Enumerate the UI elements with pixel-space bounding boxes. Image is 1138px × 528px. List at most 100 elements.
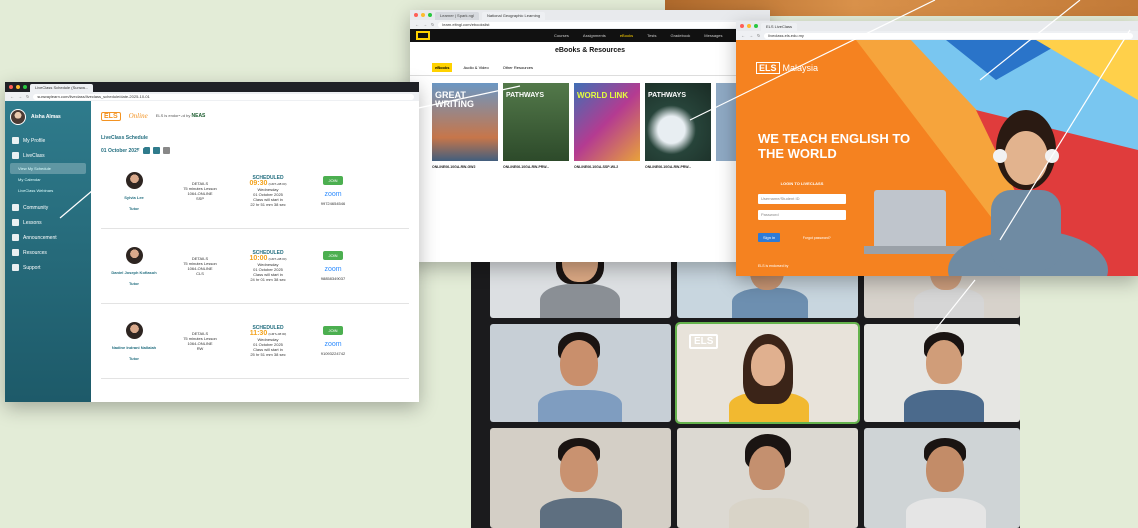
online-logo: Online bbox=[128, 112, 148, 120]
back-icon[interactable]: ← bbox=[741, 33, 745, 38]
announcement-icon bbox=[12, 234, 19, 241]
class-code: SSP bbox=[195, 196, 204, 201]
schedule-main: ELS Online ELS is endorsed by NEAS LiveC… bbox=[91, 101, 419, 402]
browser-tab-bar: LiveClass Schedule (Sunwa... bbox=[5, 82, 419, 92]
browser-tab-active[interactable]: National Geographic Learning bbox=[481, 12, 546, 20]
url-field[interactable]: sunwaylearn.com/liveclass/liveclass_sche… bbox=[33, 93, 414, 100]
reload-icon[interactable]: ↻ bbox=[757, 33, 760, 38]
nav-tests[interactable]: Tests bbox=[647, 33, 656, 38]
ebook-card[interactable]: PATHWAYS ONLINE06-10GA-RW-PRW... bbox=[503, 83, 569, 169]
support-icon bbox=[12, 264, 19, 271]
sign-in-button[interactable]: Sign in bbox=[758, 233, 781, 242]
timezone: (GMT+08:00) bbox=[268, 331, 287, 336]
password-field[interactable]: Password bbox=[758, 210, 846, 220]
prev-day-button[interactable] bbox=[142, 147, 150, 154]
participant-tile bbox=[864, 324, 1020, 422]
els-logo: ELS bbox=[101, 111, 121, 121]
reload-icon[interactable]: ↻ bbox=[26, 94, 29, 99]
sidebar-subitem-view-schedule[interactable]: View My Schedule bbox=[10, 163, 86, 174]
schedule-heading: LiveClass Schedule bbox=[101, 135, 148, 141]
sidebar-item-announcement[interactable]: Announcement bbox=[10, 230, 86, 245]
countdown: 24 hr 01 mm 38 sec bbox=[250, 276, 286, 282]
back-icon[interactable]: ← bbox=[10, 94, 14, 99]
join-button[interactable]: JOIN bbox=[323, 251, 343, 260]
class-schedule: SCHEDULED 11:30 (GMT+08:00) Wednesday 01 Oc… bbox=[233, 325, 303, 357]
join-area: JOIN zoom 91093224742 bbox=[303, 326, 363, 356]
class-code: RW bbox=[196, 346, 204, 351]
nav-assignments[interactable]: Assignments bbox=[583, 33, 606, 38]
nav-gradebook[interactable]: Gradebook bbox=[671, 33, 691, 38]
ebook-cover[interactable]: WORLD LINK bbox=[574, 83, 640, 161]
login-form: LOGIN TO LIVECLASS Username/Student ID P… bbox=[758, 181, 846, 244]
reload-icon[interactable]: ↻ bbox=[431, 22, 434, 27]
forward-icon[interactable]: → bbox=[749, 33, 753, 38]
ebook-cover[interactable]: GREAT WRITING bbox=[432, 83, 498, 161]
browser-tab-active[interactable]: ELS LiveClass bbox=[761, 23, 798, 31]
class-row: Sylvia Lee Tutor DETAILS 75 minutes Lesson 1… bbox=[101, 154, 409, 229]
back-icon[interactable]: ← bbox=[415, 22, 419, 27]
ebook-cover[interactable]: PATHWAYS bbox=[503, 83, 569, 161]
ebooks-browser-window: Learner | Spark.ngl National Geographic … bbox=[410, 10, 770, 262]
address-bar: ← → ↻ sunwaylearn.com/liveclass/liveclas… bbox=[5, 92, 419, 101]
calendar-icon[interactable] bbox=[162, 147, 170, 154]
profile-icon bbox=[12, 137, 19, 144]
next-day-button[interactable] bbox=[152, 147, 160, 154]
participant-tile bbox=[864, 428, 1020, 528]
sidebar-subitem-webinars[interactable]: LiveClass Webinars bbox=[10, 185, 86, 196]
class-row: Daniel Joseph Kofiasoh Tutor DETAILS 75 min… bbox=[101, 229, 409, 304]
resource-tabs: eBooks Audio & Video Other Resources bbox=[410, 60, 770, 76]
ebook-card[interactable]: GREAT WRITING ONLINE06-10GA-RW-GW2 bbox=[432, 83, 498, 169]
schedule-date: 01 October 2025 bbox=[101, 147, 140, 154]
tutor-role: Tutor bbox=[129, 205, 139, 211]
sidebar-profile[interactable]: Aisha Almas bbox=[10, 109, 86, 125]
community-icon bbox=[12, 204, 19, 211]
url-field[interactable]: liveclass.els.edu.my bbox=[764, 32, 1133, 39]
class-time: 09:30 bbox=[249, 179, 268, 187]
zoom-logo: zoom bbox=[324, 266, 342, 273]
sidebar-item-resources[interactable]: Resources bbox=[10, 245, 86, 260]
countdown: 25 hr 51 mm 38 sec bbox=[250, 351, 286, 357]
ebook-cover[interactable]: PATHWAYS bbox=[645, 83, 711, 161]
join-button[interactable]: JOIN bbox=[323, 326, 343, 335]
join-button[interactable]: JOIN bbox=[323, 176, 343, 185]
sidebar-item-community[interactable]: Community bbox=[10, 200, 86, 215]
sidebar-item-liveclass[interactable]: LiveClass bbox=[10, 148, 86, 163]
url-field[interactable]: learn.eltngl.com/ebookslist bbox=[438, 21, 765, 28]
ebook-card[interactable]: WORLD LINK ONLINE06-10GA-SSP-WL2 bbox=[574, 83, 640, 169]
browser-tab[interactable]: Learner | Spark.ngl bbox=[435, 12, 479, 20]
neas-endorsement: ELS is endorsed by NEAS bbox=[155, 113, 206, 119]
class-details: DETAILS 75 minutes Lesson 1064-ONLINE SSP bbox=[167, 181, 233, 201]
sidebar-item-lessons[interactable]: Lessons bbox=[10, 215, 86, 230]
country-label: Malaysia bbox=[782, 63, 819, 73]
nav-ebooks[interactable]: eBooks bbox=[620, 33, 633, 38]
endorsement-text: ELS is endorsed by bbox=[758, 264, 789, 268]
tab-other-resources[interactable]: Other Resources bbox=[500, 63, 536, 72]
els-login-window: ELS LiveClass ← → ↻ liveclass.els.edu.my… bbox=[736, 21, 1138, 276]
browser-tab-bar: ELS LiveClass bbox=[736, 21, 1138, 31]
tutor-role: Tutor bbox=[129, 355, 139, 361]
tutor-info: Daniel Joseph Kofiasoh Tutor bbox=[101, 246, 167, 286]
class-details: DETAILS 75 minutes Lesson 1064-ONLINE CLS bbox=[167, 256, 233, 276]
tab-audio-video[interactable]: Audio & Video bbox=[460, 63, 491, 72]
tab-ebooks[interactable]: eBooks bbox=[432, 63, 453, 72]
nav-messages[interactable]: Messages bbox=[704, 33, 722, 38]
meeting-id: 99724654546 bbox=[320, 201, 346, 206]
address-bar: ← → ↻ liveclass.els.edu.my bbox=[736, 31, 1138, 40]
ebook-card[interactable]: PATHWAYS ONLINE06-10GA-RW-PRW... bbox=[645, 83, 711, 169]
zoom-logo: zoom bbox=[324, 341, 342, 348]
participant-tile bbox=[490, 324, 671, 422]
class-list: Sylvia Lee Tutor DETAILS 75 minutes Lesson 1… bbox=[101, 154, 409, 379]
nav-courses[interactable]: Courses bbox=[554, 33, 569, 38]
browser-tab-active[interactable]: LiveClass Schedule (Sunwa... bbox=[30, 84, 94, 92]
forward-icon[interactable]: → bbox=[18, 94, 22, 99]
forgot-password-link[interactable]: Forgot password? bbox=[803, 236, 831, 240]
forward-icon[interactable]: → bbox=[423, 22, 427, 27]
page-title: eBooks & Resources bbox=[554, 47, 626, 54]
timezone: (GMT+08:00) bbox=[268, 181, 287, 186]
sidebar-item-support[interactable]: Support bbox=[10, 260, 86, 275]
sidebar-item-my-profile[interactable]: My Profile bbox=[10, 133, 86, 148]
sidebar-subitem-calendar[interactable]: My Calendar bbox=[10, 174, 86, 185]
username-field[interactable]: Username/Student ID bbox=[758, 194, 846, 204]
tutor-info: Nadine Indrani Nallaiah Tutor bbox=[101, 321, 167, 361]
profile-name: Aisha Almas bbox=[31, 114, 61, 120]
